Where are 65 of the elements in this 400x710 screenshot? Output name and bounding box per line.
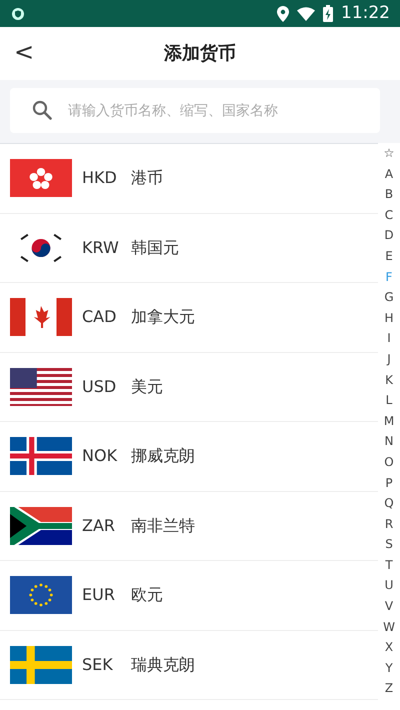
index-letter[interactable]: Z bbox=[378, 678, 400, 700]
index-letter[interactable]: O bbox=[378, 452, 400, 472]
index-letter[interactable]: L bbox=[378, 390, 400, 411]
index-letter[interactable]: B bbox=[378, 184, 400, 205]
currency-row[interactable]: CAD 加拿大元 bbox=[0, 283, 378, 352]
flag-icon bbox=[10, 576, 72, 614]
index-letter[interactable]: M bbox=[378, 410, 400, 432]
wifi-icon bbox=[297, 6, 315, 20]
currency-name: 韩国元 bbox=[131, 236, 179, 259]
index-letter[interactable]: N bbox=[378, 431, 400, 452]
currency-code: CAD bbox=[82, 306, 118, 328]
clock-time: 11:22 bbox=[341, 2, 390, 25]
currency-name: 南非兰特 bbox=[131, 514, 195, 537]
currency-name: 美元 bbox=[131, 376, 163, 398]
index-letter[interactable]: S bbox=[378, 534, 400, 555]
currency-row[interactable]: NOK 挪威克朗 bbox=[0, 422, 378, 492]
index-letter[interactable]: J bbox=[378, 348, 400, 370]
currency-code: KRW bbox=[82, 236, 120, 259]
currency-row[interactable]: ZAR 南非兰特 bbox=[0, 492, 378, 561]
flag-icon bbox=[10, 646, 72, 684]
index-letter[interactable]: Y bbox=[378, 658, 400, 678]
currency-name: 挪威克朗 bbox=[131, 445, 195, 468]
currency-code: NOK bbox=[82, 445, 118, 468]
flag-icon bbox=[10, 437, 72, 476]
currency-name: 瑞典克朗 bbox=[131, 654, 195, 676]
index-letter[interactable]: G bbox=[378, 287, 400, 308]
currency-row[interactable]: SEK 瑞典克朗 bbox=[0, 630, 378, 700]
shield-icon bbox=[12, 8, 24, 20]
index-letter[interactable]: A bbox=[378, 164, 400, 184]
index-letter[interactable]: X bbox=[378, 637, 400, 658]
page-title: 添加货币 bbox=[164, 42, 236, 66]
index-letter[interactable]: E bbox=[378, 246, 400, 267]
currency-code: USD bbox=[82, 376, 118, 398]
flag-icon bbox=[10, 506, 72, 545]
index-letter[interactable]: ☆ bbox=[378, 143, 400, 164]
back-button[interactable]: < bbox=[8, 35, 40, 70]
index-letter[interactable]: T bbox=[378, 554, 400, 576]
currency-code: HKD bbox=[82, 167, 118, 190]
flag-icon bbox=[10, 159, 72, 198]
flag-icon bbox=[10, 298, 72, 336]
battery-icon bbox=[323, 5, 333, 22]
index-letter[interactable]: I bbox=[378, 328, 400, 349]
currency-row[interactable]: EUR 欧元 bbox=[0, 561, 378, 630]
index-letter[interactable]: C bbox=[378, 204, 400, 226]
currency-row[interactable]: KRW 韩国元 bbox=[0, 214, 378, 283]
index-letter[interactable]: P bbox=[378, 472, 400, 494]
index-letter[interactable]: H bbox=[378, 308, 400, 328]
index-letter[interactable]: R bbox=[378, 514, 400, 534]
location-icon bbox=[277, 6, 289, 22]
currency-code: SEK bbox=[82, 654, 114, 676]
currency-name: 欧元 bbox=[131, 584, 163, 606]
search-field[interactable]: 请输入货币名称、缩写、国家名称 bbox=[10, 88, 380, 133]
index-letter[interactable]: Q bbox=[378, 493, 400, 514]
index-letter[interactable]: K bbox=[378, 370, 400, 390]
flag-icon bbox=[10, 368, 72, 406]
index-letter[interactable]: U bbox=[378, 575, 400, 596]
currency-code: ZAR bbox=[82, 514, 116, 537]
currency-row[interactable]: HKD 港币 bbox=[0, 144, 378, 214]
index-letter[interactable]: W bbox=[378, 616, 400, 638]
index-letter[interactable]: D bbox=[378, 225, 400, 246]
currency-name: 港币 bbox=[131, 167, 163, 190]
currency-code: EUR bbox=[82, 584, 116, 606]
currency-row[interactable]: USD 美元 bbox=[0, 352, 378, 422]
index-letter[interactable]: V bbox=[378, 596, 400, 617]
currency-name: 加拿大元 bbox=[131, 306, 195, 328]
